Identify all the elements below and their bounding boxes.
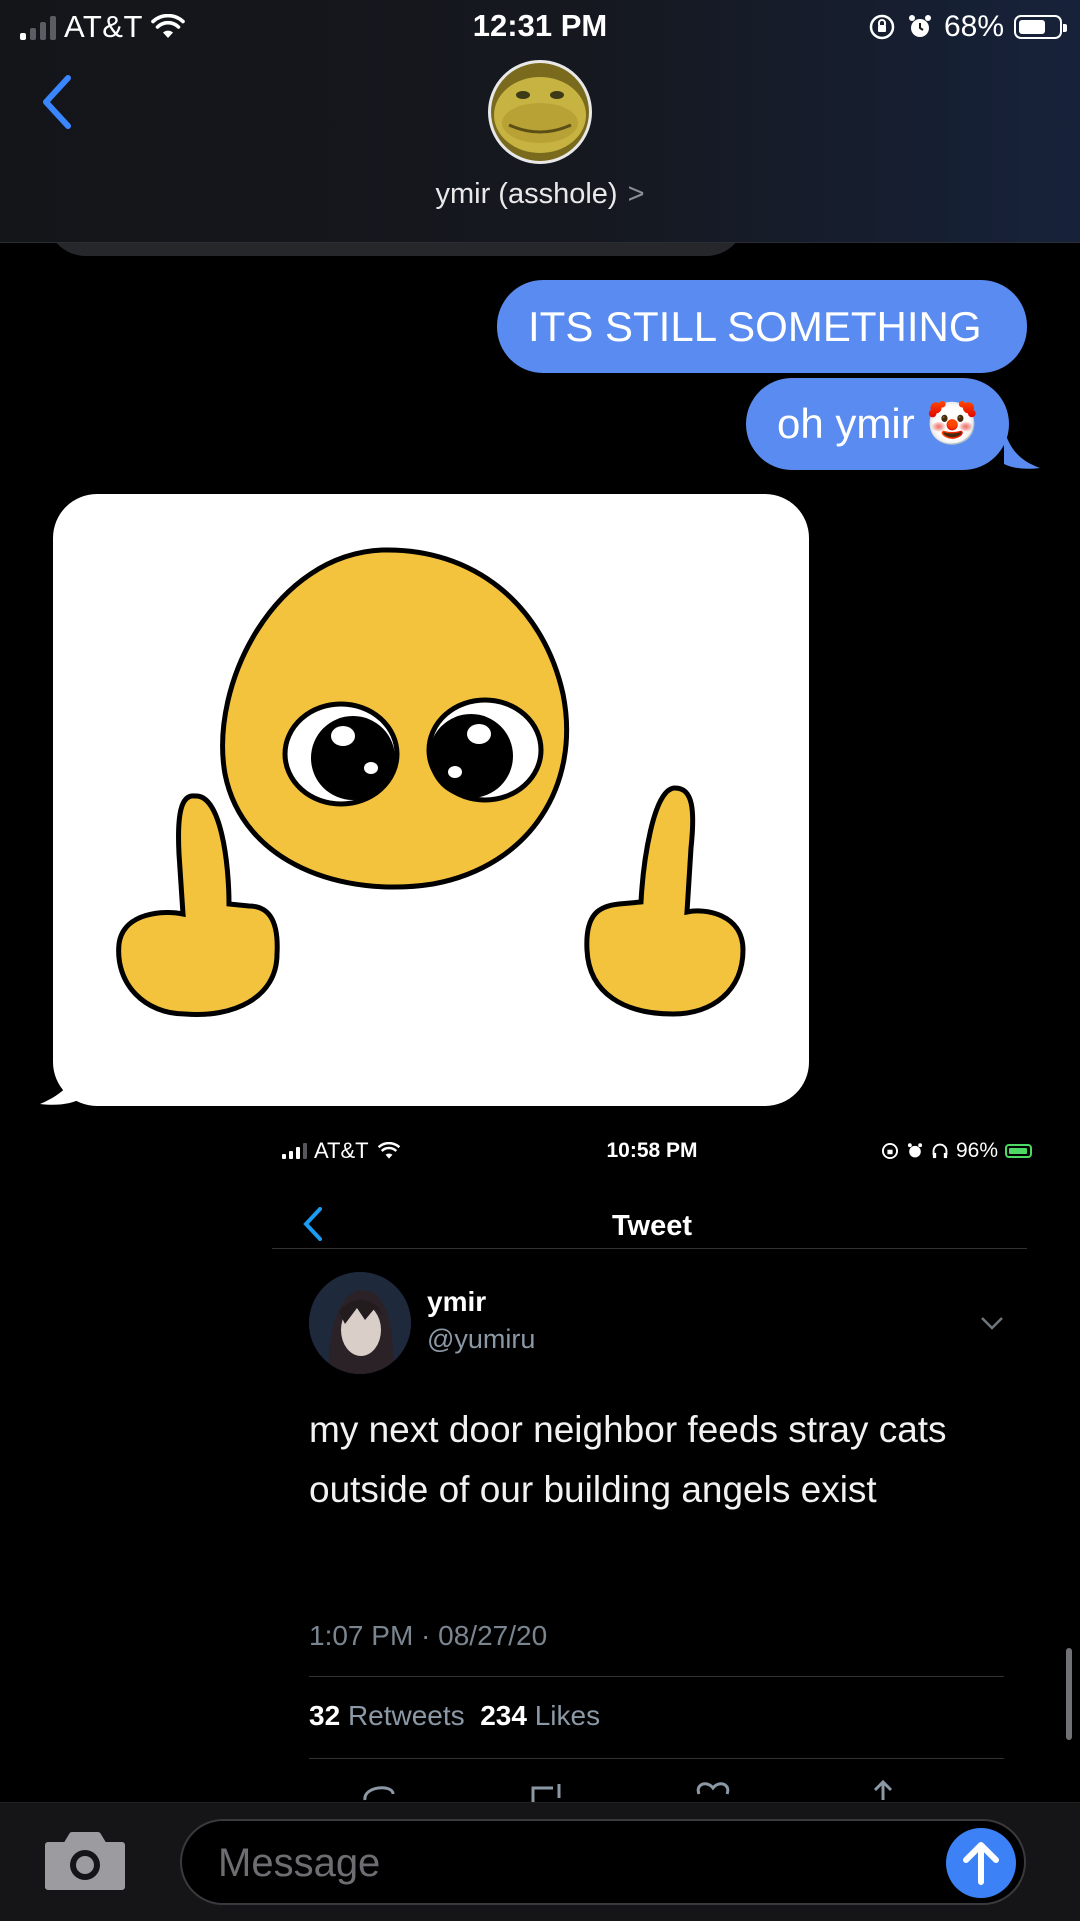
tweet-author-name: ymir (427, 1286, 487, 1317)
status-bar: AT&T 12:31 PM 68% (0, 0, 1080, 56)
contact-avatar[interactable] (488, 60, 592, 164)
divider (272, 1248, 1027, 1249)
conversation-header: AT&T 12:31 PM 68% ymir (asshole) > (0, 0, 1080, 243)
alarm-icon (907, 1143, 923, 1158)
retweets-count: 32 (309, 1700, 341, 1731)
message-text: oh ymir 🤡 (777, 399, 979, 447)
chevron-down-icon (981, 1317, 1003, 1330)
arrow-up-icon (963, 1842, 999, 1885)
charging-battery-icon (1005, 1144, 1032, 1158)
tweet-timestamp: 1:07 PM · 08/27/20 (309, 1620, 548, 1651)
pleading-face-middle-fingers-sticker (116, 547, 746, 1017)
chevron-right-icon: > (627, 178, 645, 210)
heart-icon (696, 1782, 730, 1795)
retweets-label: Retweets (347, 1700, 465, 1731)
anime-avatar-icon (309, 1272, 411, 1374)
reply-icon (363, 1786, 395, 1801)
divider (309, 1676, 1004, 1677)
retweet-icon (531, 1784, 561, 1802)
tweet-nav-title: Tweet (611, 1210, 693, 1242)
tweet-screenshot-image[interactable]: AT&T 10:58 PM 96% Tweet ymir @yumiru my … (272, 1120, 1032, 1802)
bubble-tail (1004, 430, 1040, 469)
battery-percent: 68% (943, 10, 1004, 43)
camera-button[interactable] (44, 1831, 126, 1891)
outgoing-message[interactable]: ITS STILL SOMETHING (497, 280, 1027, 373)
image-message[interactable] (53, 494, 809, 1106)
tweet-stats: 32 Retweets 234 Likes (309, 1700, 600, 1732)
embedded-battery-percent: 96% (955, 1139, 998, 1162)
back-button[interactable] (38, 72, 78, 132)
message-field[interactable] (180, 1819, 1026, 1905)
outgoing-message[interactable]: oh ymir 🤡 (746, 378, 1009, 470)
send-button[interactable] (946, 1828, 1016, 1898)
embedded-status-bar: AT&T 10:58 PM 96% (272, 1136, 1032, 1172)
tweet-text: my next door neighbor feeds stray cats o… (309, 1409, 947, 1510)
alarm-icon (908, 15, 931, 37)
share-icon (873, 1780, 893, 1800)
message-text: ITS STILL SOMETHING (528, 302, 982, 350)
tweet-actions (309, 1780, 1004, 1804)
orientation-lock-icon (881, 1142, 899, 1160)
orientation-lock-icon (869, 14, 895, 40)
scroll-indicator[interactable] (1066, 1648, 1072, 1740)
battery-icon (1014, 15, 1067, 39)
frog-face-icon (491, 63, 589, 161)
compose-bar (0, 1802, 1080, 1921)
likes-label: Likes (534, 1700, 601, 1731)
divider (309, 1758, 1004, 1759)
message-input[interactable] (216, 1821, 920, 1905)
tweet-author-handle: @yumiru (427, 1324, 536, 1354)
contact-name[interactable]: ymir (asshole) > (0, 178, 1080, 211)
headphones-icon (932, 1143, 948, 1159)
likes-count: 234 (480, 1700, 527, 1731)
contact-name-label: ymir (asshole) (435, 178, 618, 210)
tweet-author-avatar (309, 1272, 411, 1374)
